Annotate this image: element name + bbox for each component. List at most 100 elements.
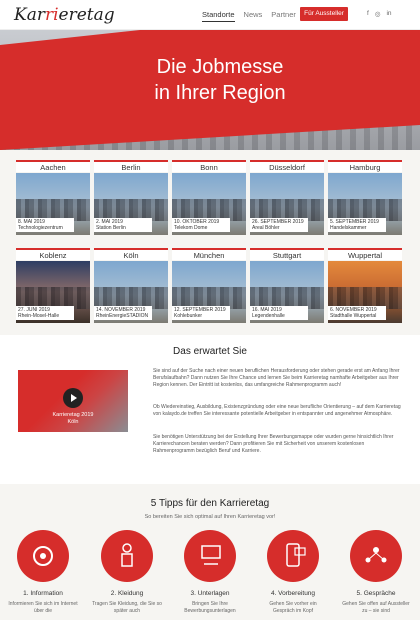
- city-venue: Station Berlin: [96, 225, 126, 231]
- presentation-icon: [201, 545, 221, 565]
- city-caption: 27. JUNI 2019 Rhein-Mosel-Halle: [16, 306, 74, 320]
- erwartet-title: Das erwartet Sie: [173, 346, 247, 357]
- instagram-icon[interactable]: ◎: [375, 10, 381, 18]
- city-image: 12. SEPTEMBER 2019 Kohlebunker: [172, 261, 246, 323]
- play-icon[interactable]: [63, 388, 83, 408]
- city-name: Düsseldorf: [250, 160, 324, 172]
- city-card-berlin[interactable]: Berlin 2. MAI 2019 Station Berlin: [94, 160, 168, 235]
- mobile-chat-icon: [286, 543, 306, 567]
- city-image: 27. JUNI 2019 Rhein-Mosel-Halle: [16, 261, 90, 323]
- network-people-icon: [365, 547, 387, 563]
- city-name: Hamburg: [328, 160, 402, 172]
- city-name: Köln: [94, 248, 168, 260]
- city-card-koblenz[interactable]: Koblenz 27. JUNI 2019 Rhein-Mosel-Halle: [16, 248, 90, 323]
- city-caption: 2. MAI 2019 Station Berlin: [94, 218, 152, 232]
- city-name: Wuppertal: [328, 248, 402, 260]
- video-caption-line2: Köln: [67, 419, 79, 425]
- logo[interactable]: Karrieretag: [14, 5, 115, 25]
- city-card-koeln[interactable]: Köln 14. NOVEMBER 2019 RheinEnergieSTADIO…: [94, 248, 168, 323]
- erwartet-paragraph-1: Sie sind auf der Suche nach einer neuen …: [153, 368, 400, 388]
- city-name: Koblenz: [16, 248, 90, 260]
- main-nav: Standorte News Partner: [202, 10, 296, 22]
- tip-circle-kleidung: [101, 530, 153, 582]
- tip-title-vorbereitung: 4. Vorbereitung: [270, 590, 316, 597]
- city-caption: 5. SEPTEMBER 2019 Handelskammer: [328, 218, 386, 232]
- logo-text-end: eretag: [58, 5, 115, 25]
- linkedin-icon[interactable]: in: [386, 10, 391, 18]
- city-image: 10. OKTOBER 2019 Telekom Dome: [172, 173, 246, 235]
- tip-title-gespraeche: 5. Gespräche: [356, 590, 396, 597]
- city-image: 5. SEPTEMBER 2019 Handelskammer: [328, 173, 402, 235]
- city-caption: 10. OKTOBER 2019 Telekom Dome: [172, 218, 230, 232]
- erwartet-paragraph-3: Sie benötigen Unterstützung bei der Erst…: [153, 434, 394, 454]
- city-card-aachen[interactable]: Aachen 8. MAI 2019 Technologiezentrum: [16, 160, 90, 235]
- city-card-duesseldorf[interactable]: Düsseldorf 26. SEPTEMBER 2019 Areal Böhle…: [250, 160, 324, 235]
- tip-circle-unterlagen: [184, 530, 236, 582]
- city-image: 8. MAI 2019 Technologiezentrum: [16, 173, 90, 235]
- city-venue: Handelskammer: [330, 225, 367, 231]
- erwartet-paragraph-2: Ob Wiedereinstieg, Ausbildung, Existenzg…: [153, 404, 401, 417]
- tip-title-kleidung: 2. Kleidung: [110, 590, 144, 597]
- city-venue: Legendenhalle: [252, 313, 285, 319]
- logo-text-accent: ri: [44, 5, 59, 25]
- tip-circle-information: [17, 530, 69, 582]
- city-venue: RheinEnergieSTADION: [96, 313, 149, 319]
- tip-title-information: 1. Information: [23, 590, 63, 597]
- city-card-hamburg[interactable]: Hamburg 5. SEPTEMBER 2019 Handelskammer: [328, 160, 402, 235]
- city-card-stuttgart[interactable]: Stuttgart 16. MAI 2019 Legendenhalle: [250, 248, 324, 323]
- city-image: 14. NOVEMBER 2019 RheinEnergieSTADION: [94, 261, 168, 323]
- tip-circle-vorbereitung: [267, 530, 319, 582]
- nav-partner[interactable]: Partner: [271, 10, 296, 22]
- city-caption: 14. NOVEMBER 2019 RheinEnergieSTADION: [94, 306, 152, 320]
- city-name: München: [172, 248, 246, 260]
- city-image: 16. MAI 2019 Legendenhalle: [250, 261, 324, 323]
- video-caption-line1: Karrieretag 2019: [52, 412, 94, 418]
- person-icon: [121, 543, 133, 567]
- tip-text-information: Informieren Sie sich im Internet über di…: [8, 601, 78, 614]
- hero-banner: Die Jobmesse in Ihrer Region: [0, 30, 420, 150]
- tip-text-gespraeche: Gehen Sie offen auf Aussteller zu – sie …: [342, 601, 410, 614]
- logo-text-start: Kar: [14, 5, 45, 25]
- city-caption: 8. MAI 2019 Technologiezentrum: [16, 218, 74, 232]
- social-links: f ◎ in: [367, 10, 392, 18]
- tip-text-unterlagen: Bringen Sie Ihre Bewerbungsunterlagen: [184, 601, 236, 614]
- city-venue: Rhein-Mosel-Halle: [18, 313, 60, 319]
- hero-title-line2: in Ihrer Region: [154, 82, 286, 104]
- city-card-muenchen[interactable]: München 12. SEPTEMBER 2019 Kohlebunker: [172, 248, 246, 323]
- city-card-wuppertal[interactable]: Wuppertal 6. NOVEMBER 2019 Stadthalle Wup…: [328, 248, 402, 323]
- facebook-icon[interactable]: f: [367, 10, 369, 18]
- nav-standorte[interactable]: Standorte: [202, 10, 235, 22]
- city-caption: 12. SEPTEMBER 2019 Kohlebunker: [172, 306, 230, 320]
- tip-text-vorbereitung: Gehen Sie vorher ein Gespräch im Kopf: [269, 601, 317, 614]
- settings-globe-icon: [33, 546, 53, 566]
- tipps-subtitle: So bereiten Sie sich optimal auf Ihren K…: [144, 514, 276, 520]
- video-caption: Karrieretag 2019 Köln: [18, 412, 128, 426]
- city-venue: Technologiezentrum: [18, 225, 63, 231]
- tipps-title: 5 Tipps für den Karrieretag: [150, 498, 270, 509]
- hero-title: Die Jobmesse in Ihrer Region: [110, 54, 330, 106]
- city-name: Bonn: [172, 160, 246, 172]
- city-card-bonn[interactable]: Bonn 10. OKTOBER 2019 Telekom Dome: [172, 160, 246, 235]
- city-venue: Areal Böhler: [252, 225, 280, 231]
- city-venue: Kohlebunker: [174, 313, 203, 319]
- city-name: Stuttgart: [250, 248, 324, 260]
- tipps-section: 5 Tipps für den Karrieretag So bereiten …: [0, 484, 420, 620]
- city-caption: 26. SEPTEMBER 2019 Areal Böhler: [250, 218, 308, 232]
- city-caption: 6. NOVEMBER 2019 Stadthalle Wuppertal: [328, 306, 386, 320]
- hero-title-line1: Die Jobmesse: [156, 56, 284, 78]
- tip-text-kleidung: Tragen Sie Kleidung, die Sie so später a…: [92, 601, 162, 614]
- city-grid: Aachen 8. MAI 2019 Technologiezentrum Ber…: [0, 150, 420, 335]
- city-image: 2. MAI 2019 Station Berlin: [94, 173, 168, 235]
- city-name: Aachen: [16, 160, 90, 172]
- tip-title-unterlagen: 3. Unterlagen: [190, 590, 230, 597]
- city-venue: Telekom Dome: [174, 225, 208, 231]
- aussteller-button[interactable]: Für Aussteller: [300, 7, 348, 21]
- city-venue: Stadthalle Wuppertal: [330, 313, 377, 319]
- city-caption: 16. MAI 2019 Legendenhalle: [250, 306, 308, 320]
- nav-news[interactable]: News: [244, 10, 263, 22]
- city-name: Berlin: [94, 160, 168, 172]
- tip-circle-gespraeche: [350, 530, 402, 582]
- site-header: Karrieretag Standorte News Partner Für A…: [0, 0, 420, 30]
- video-player[interactable]: Karrieretag 2019 Köln: [18, 370, 128, 432]
- city-image: 6. NOVEMBER 2019 Stadthalle Wuppertal: [328, 261, 402, 323]
